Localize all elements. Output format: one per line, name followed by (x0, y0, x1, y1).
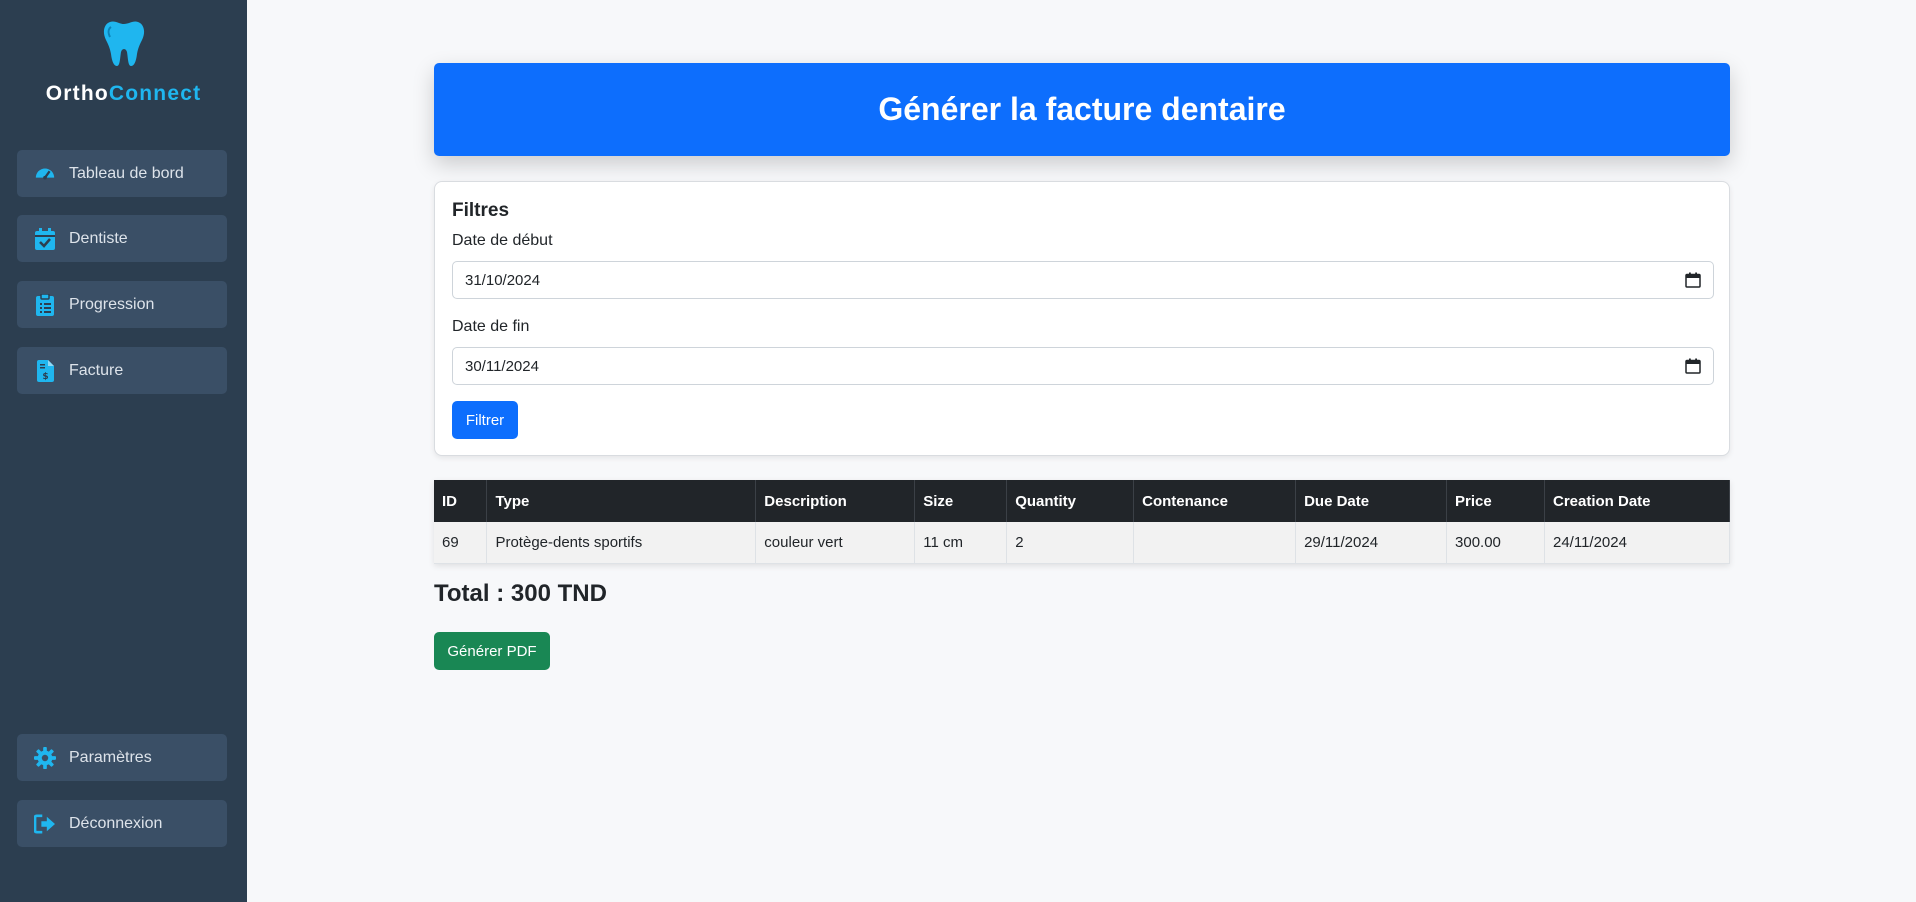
svg-text:$: $ (42, 372, 48, 382)
cell-quantity: 2 (1006, 522, 1135, 564)
tooth-logo-icon (103, 21, 144, 66)
brand-name: OrthoConnect (0, 82, 247, 106)
filter-button[interactable]: Filtrer (452, 401, 518, 439)
table-row: 69 Protège-dents sportifs couleur vert 1… (434, 522, 1731, 564)
end-date-value: 30/11/2024 (465, 357, 539, 375)
calendar-icon[interactable] (1685, 272, 1701, 288)
sidebar-item-label: Déconnexion (69, 814, 163, 832)
start-date-value: 31/10/2024 (465, 271, 541, 289)
page-header: Générer la facture dentaire (434, 63, 1730, 156)
column-header-description: Description (755, 480, 916, 522)
column-header-due-date: Due Date (1295, 480, 1448, 522)
table-header-row: ID Type Description Size Quantity Conten… (434, 480, 1731, 522)
brand: OrthoConnect (0, 0, 247, 106)
sidebar-item-deconnexion[interactable]: Déconnexion (17, 800, 227, 847)
sidebar-item-label: Tableau de bord (69, 164, 184, 182)
sidebar: OrthoConnect Tableau de bord Dentiste Pr… (0, 0, 247, 902)
sidebar-item-parametres[interactable]: Paramètres (17, 734, 227, 781)
calendar-check-icon (33, 227, 57, 251)
sidebar-item-dentiste[interactable]: Dentiste (17, 215, 227, 262)
cell-description: couleur vert (755, 522, 916, 564)
sidebar-item-progression[interactable]: Progression (17, 281, 227, 328)
start-date-input[interactable]: 31/10/2024 (452, 261, 1714, 299)
invoice-table: ID Type Description Size Quantity Conten… (434, 480, 1731, 564)
end-date-label: Date de fin (452, 318, 530, 335)
column-header-contenance: Contenance (1133, 480, 1297, 522)
sidebar-item-label: Progression (69, 295, 155, 313)
invoice-dollar-icon: $ (33, 359, 57, 383)
logout-icon (33, 812, 57, 836)
sidebar-item-label: Dentiste (69, 229, 128, 247)
start-date-label: Date de début (452, 232, 553, 249)
column-header-quantity: Quantity (1006, 480, 1135, 522)
column-header-price: Price (1446, 480, 1545, 522)
column-header-id: ID (434, 480, 488, 522)
brand-name-part2: Connect (108, 82, 202, 105)
clipboard-list-icon (33, 293, 57, 317)
gear-icon (33, 746, 57, 770)
total-amount: Total : 300 TND (434, 580, 607, 607)
cell-type: Protège-dents sportifs (486, 522, 757, 564)
sidebar-item-facture[interactable]: $ Facture (17, 347, 227, 394)
end-date-input[interactable]: 30/11/2024 (452, 347, 1714, 385)
brand-name-part1: Ortho (45, 82, 109, 105)
calendar-icon[interactable] (1685, 358, 1701, 374)
column-header-type: Type (486, 480, 757, 522)
sidebar-item-label: Paramètres (69, 748, 152, 766)
cell-price: 300.00 (1446, 522, 1545, 564)
cell-creation-date: 24/11/2024 (1544, 522, 1731, 564)
gauge-icon (33, 162, 57, 186)
cell-contenance (1133, 522, 1297, 564)
column-header-creation-date: Creation Date (1544, 480, 1731, 522)
cell-id: 69 (434, 522, 488, 564)
filters-card: Filtres Date de début 31/10/2024 Date de… (434, 181, 1730, 456)
sidebar-item-label: Facture (69, 361, 124, 379)
column-header-size: Size (914, 480, 1008, 522)
cell-due-date: 29/11/2024 (1295, 522, 1448, 564)
page-title: Générer la facture dentaire (878, 91, 1286, 127)
cell-size: 11 cm (914, 522, 1008, 564)
filters-title: Filtres (452, 200, 510, 221)
generate-pdf-button[interactable]: Générer PDF (434, 632, 550, 670)
sidebar-item-tableau-de-bord[interactable]: Tableau de bord (17, 150, 227, 197)
